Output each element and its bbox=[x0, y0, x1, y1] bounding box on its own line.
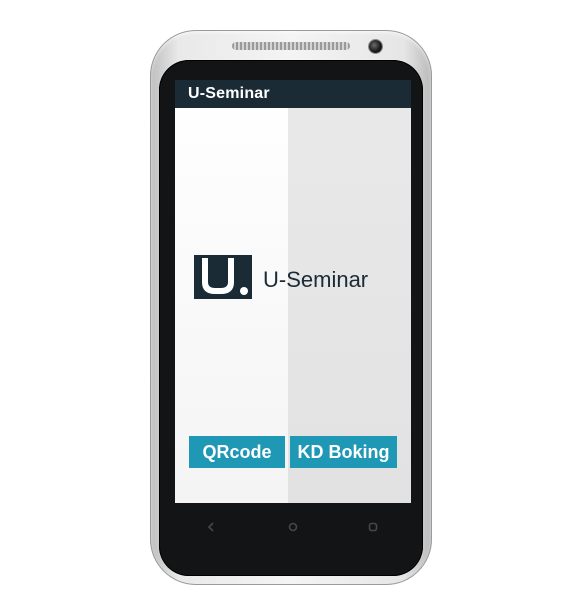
qrcode-button[interactable]: QRcode bbox=[189, 436, 285, 468]
recent-apps-icon[interactable] bbox=[361, 515, 385, 539]
home-icon[interactable] bbox=[281, 515, 305, 539]
back-icon[interactable] bbox=[199, 515, 223, 539]
speaker-grille bbox=[232, 42, 350, 50]
kd-booking-button[interactable]: KD Boking bbox=[290, 436, 397, 468]
app-title: U-Seminar bbox=[188, 85, 270, 102]
u-seminar-logo-icon bbox=[194, 255, 252, 299]
system-navigation-bar bbox=[175, 503, 411, 556]
phone-frame: U-Seminar U-Seminar QRcode KD Boking bbox=[150, 30, 432, 585]
app-title-bar: U-Seminar bbox=[175, 80, 411, 108]
camera-icon bbox=[369, 40, 382, 53]
logo-wordmark: U-Seminar bbox=[263, 267, 369, 292]
app-logo: U-Seminar bbox=[194, 255, 394, 299]
app-screen: U-Seminar U-Seminar QRcode KD Boking bbox=[175, 80, 411, 503]
